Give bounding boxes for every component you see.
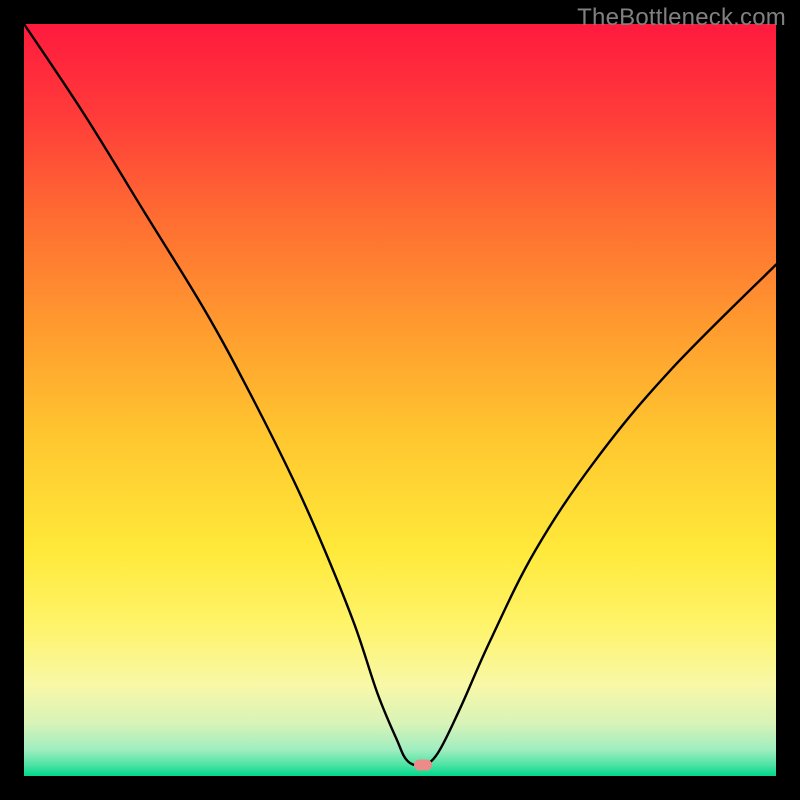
plot-svg [24,24,776,776]
gradient-background [24,24,776,776]
chart-frame: TheBottleneck.com [0,0,800,800]
watermark-text: TheBottleneck.com [577,4,786,32]
plot-area [24,24,776,776]
minimum-marker [414,759,432,770]
